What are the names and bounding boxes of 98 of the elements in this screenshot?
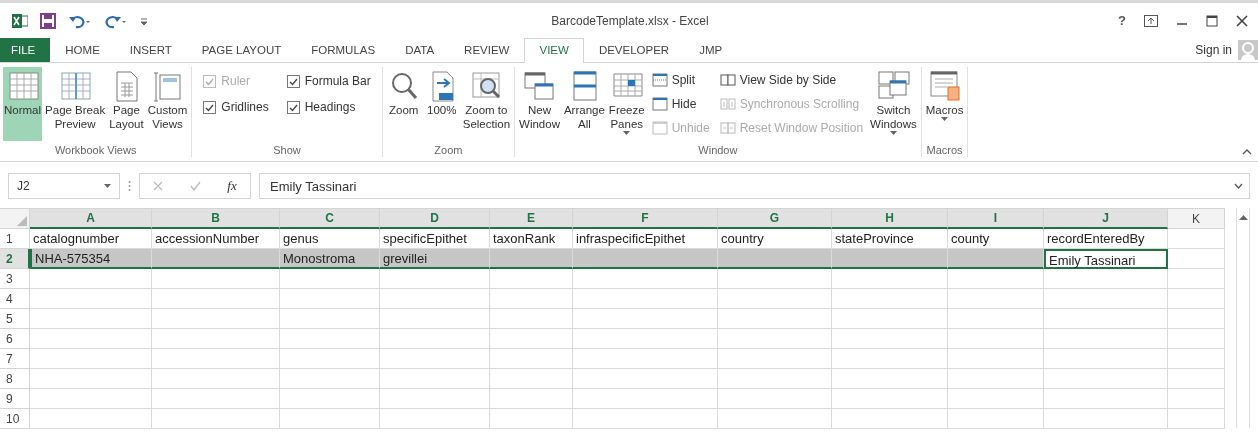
synchronous-scrolling-icon [719, 97, 736, 111]
ribbon-tab[interactable]: PAGE LAYOUT [186, 38, 297, 62]
table-cell-text: accessionNumber [154, 230, 261, 248]
search-button[interactable]: Zoom [385, 67, 422, 141]
reset-window-position-icon [719, 121, 736, 135]
row-header[interactable]: 1 [0, 229, 30, 249]
column-header[interactable]: B [152, 209, 280, 229]
group-label: Macros [925, 143, 964, 157]
close-icon[interactable] [1236, 14, 1248, 27]
excel-logo-icon[interactable] [12, 12, 28, 29]
insert-function-button[interactable]: fx [227, 178, 237, 194]
macros-button[interactable]: Macros [924, 67, 965, 141]
row-header[interactable]: 2 [0, 249, 30, 269]
page-button[interactable]: Page Layout [108, 67, 145, 141]
ribbon-tab[interactable]: DEVELOPER [583, 38, 685, 62]
table-cell: Monostroma [280, 249, 380, 269]
checkbox[interactable]: Formula Bar [282, 69, 375, 93]
table-cell-text: county [950, 230, 991, 248]
page-break-button[interactable]: Page Break Preview [44, 67, 107, 141]
row-header[interactable]: 5 [0, 309, 30, 329]
table-cell-text: stateProvince [834, 230, 915, 248]
row-header[interactable]: 4 [0, 289, 30, 309]
table-cell-text: specificEpithet [382, 230, 468, 248]
ribbon-tab[interactable]: HOME [50, 38, 115, 62]
column-header[interactable]: C [280, 209, 380, 229]
checkbox[interactable]: Headings [282, 95, 375, 119]
split-button[interactable]: Split [651, 69, 710, 91]
sign-in-link[interactable]: Sign in [1195, 43, 1232, 57]
macros-icon [927, 69, 962, 103]
scrollbar[interactable] [1236, 208, 1250, 428]
formula-field[interactable]: Emily Tassinari [259, 173, 1250, 199]
column-header[interactable]: G [718, 209, 832, 229]
hide-icon [651, 97, 668, 111]
ribbon-tab[interactable]: REVIEW [449, 38, 525, 62]
scroll-up-icon[interactable] [1238, 214, 1248, 220]
row-header[interactable]: 6 [0, 329, 30, 349]
checked-box-icon [203, 74, 217, 88]
expand-formula-bar-icon[interactable] [1234, 183, 1243, 189]
table-cell: grevillei [380, 249, 490, 269]
side-by-side-button[interactable]: View Side by Side [719, 69, 864, 91]
side-by-side-icon [719, 73, 736, 87]
grid-button[interactable]: Normal [3, 67, 43, 141]
column-header[interactable]: F [573, 209, 718, 229]
checkbox[interactable]: Gridlines [199, 95, 273, 119]
table-cell-text: recordEnteredBy [1046, 230, 1146, 248]
row-header[interactable]: 7 [0, 349, 30, 369]
table-cell-text: taxonRank [492, 230, 557, 248]
switch-windows-button[interactable]: Switch Windows [869, 67, 918, 141]
hide-button[interactable]: Hide [651, 93, 710, 115]
row-header[interactable]: 9 [0, 389, 30, 409]
ribbon-tab[interactable]: JMP [684, 38, 738, 62]
row-header[interactable]: 8 [0, 369, 30, 389]
custom-views-button[interactable]: Custom Views [146, 67, 189, 141]
file-tab[interactable]: FILE [0, 38, 51, 62]
drag-handle-icon [128, 180, 131, 192]
column-header[interactable]: K [1168, 209, 1225, 229]
column-header[interactable]: H [832, 209, 948, 229]
column-header[interactable]: D [380, 209, 490, 229]
help-button[interactable]: ? [1118, 13, 1126, 28]
column-header[interactable]: I [948, 209, 1044, 229]
group-label: Workbook Views [53, 143, 138, 157]
new-window-icon [522, 69, 557, 103]
group-label: Show [272, 143, 302, 157]
table-cell-text: infraspecificEpithet [575, 230, 687, 248]
dropdown-caret-icon [104, 184, 111, 188]
group-label: Zoom [433, 143, 464, 157]
table-cell-text: catalognumber [32, 230, 120, 248]
window-title: BarcodeTemplate.xlsx - Excel [551, 13, 709, 28]
zoom-100-button[interactable]: 100% [423, 67, 460, 141]
collapse-ribbon-icon[interactable] [1242, 149, 1252, 155]
freeze-panes-button[interactable]: Freeze Panes [607, 67, 646, 141]
group-label: Window [697, 143, 739, 157]
new-window-button[interactable]: New Window [518, 67, 561, 141]
column-header[interactable]: E [490, 209, 573, 229]
table-cell: Emily Tassinari [1044, 249, 1168, 269]
checked-box-icon [286, 100, 300, 114]
arrange-all-button[interactable]: Arrange All [562, 67, 606, 141]
column-header[interactable]: J [1044, 209, 1168, 229]
save-icon[interactable] [40, 12, 56, 29]
split-icon [651, 73, 668, 87]
column-header[interactable]: A [30, 209, 152, 229]
page-break-icon [58, 69, 93, 103]
table-cell-text: genus [282, 230, 320, 248]
unhide-icon [651, 121, 668, 135]
maximize-icon[interactable] [1206, 14, 1218, 27]
ribbon-tab[interactable]: DATA [390, 38, 450, 62]
row-header[interactable]: 10 [0, 409, 30, 429]
checked-box-icon [203, 100, 217, 114]
ribbon-tab[interactable]: FORMULAS [296, 38, 391, 62]
zoom-selection-button[interactable]: Zoom to Selection [461, 67, 512, 141]
ribbon-tab[interactable]: VIEW [524, 38, 584, 63]
table-cell: NHA-575354 [30, 249, 152, 269]
ribbon-display-options-icon[interactable] [1144, 14, 1158, 27]
row-header[interactable]: 3 [0, 269, 30, 289]
ribbon-tab[interactable]: INSERT [114, 38, 187, 62]
name-box[interactable]: J2 [8, 173, 120, 199]
checked-box-icon [286, 74, 300, 88]
table-cell-text: country [720, 230, 765, 248]
